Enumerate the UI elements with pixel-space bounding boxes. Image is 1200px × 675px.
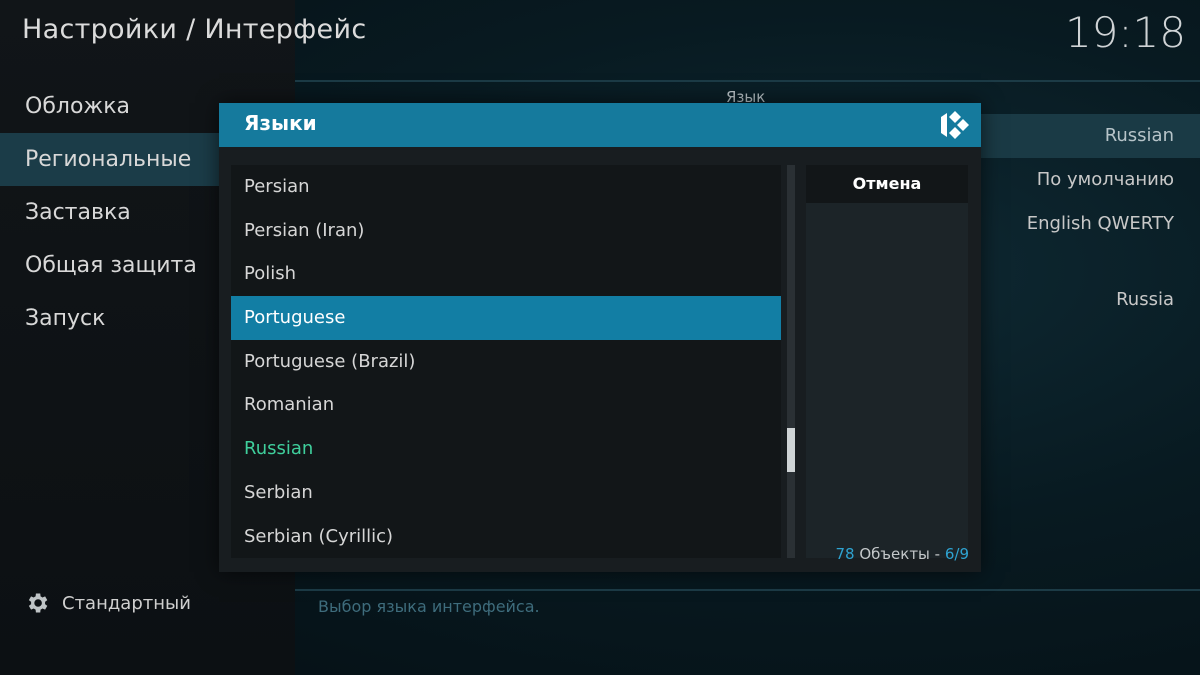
list-item[interactable]: Polish: [231, 252, 781, 296]
page-indicator: 6/9: [944, 545, 969, 563]
list-item[interactable]: Serbian: [231, 471, 781, 515]
scrollbar[interactable]: [787, 165, 795, 558]
list-item[interactable]: Persian (Iran): [231, 209, 781, 253]
setting-value-charset[interactable]: По умолчанию: [980, 158, 1200, 202]
item-total: 78: [835, 545, 855, 563]
divider: [295, 589, 1200, 591]
divider: [295, 80, 1200, 82]
kodi-logo-icon: [941, 111, 969, 139]
dialog-header: Языки: [219, 103, 981, 147]
languages-dialog: Языки Persian Persian (Iran) Polish Port…: [219, 103, 981, 572]
languages-list: Persian Persian (Iran) Polish Portuguese…: [231, 165, 781, 558]
item-count-label: Объекты -: [854, 545, 945, 563]
list-item-current[interactable]: Russian: [231, 427, 781, 471]
gear-icon: [28, 593, 48, 613]
settings-level[interactable]: Стандартный: [24, 590, 191, 616]
scrollbar-thumb[interactable]: [787, 428, 795, 472]
list-item[interactable]: Persian: [231, 165, 781, 209]
item-count: 78 Объекты - 6/9: [836, 545, 969, 563]
clock: 19:18: [1064, 8, 1186, 57]
list-item[interactable]: Portuguese (Brazil): [231, 340, 781, 384]
settings-level-label: Стандартный: [62, 592, 191, 614]
cancel-button[interactable]: Отмена: [806, 165, 968, 203]
setting-value-keyboard[interactable]: English QWERTY: [980, 202, 1200, 246]
setting-description: Выбор языка интерфейса.: [318, 597, 540, 616]
list-item-focused[interactable]: Portuguese: [231, 296, 781, 340]
dialog-title: Языки: [244, 111, 317, 135]
list-item[interactable]: Serbian (Cyrillic): [231, 515, 781, 559]
list-item[interactable]: Romanian: [231, 383, 781, 427]
setting-value-language[interactable]: Russian: [980, 114, 1200, 158]
setting-value-region[interactable]: Russia: [980, 278, 1200, 322]
dialog-side-panel: Отмена: [806, 165, 968, 558]
page-title: Настройки / Интерфейс: [22, 14, 367, 45]
